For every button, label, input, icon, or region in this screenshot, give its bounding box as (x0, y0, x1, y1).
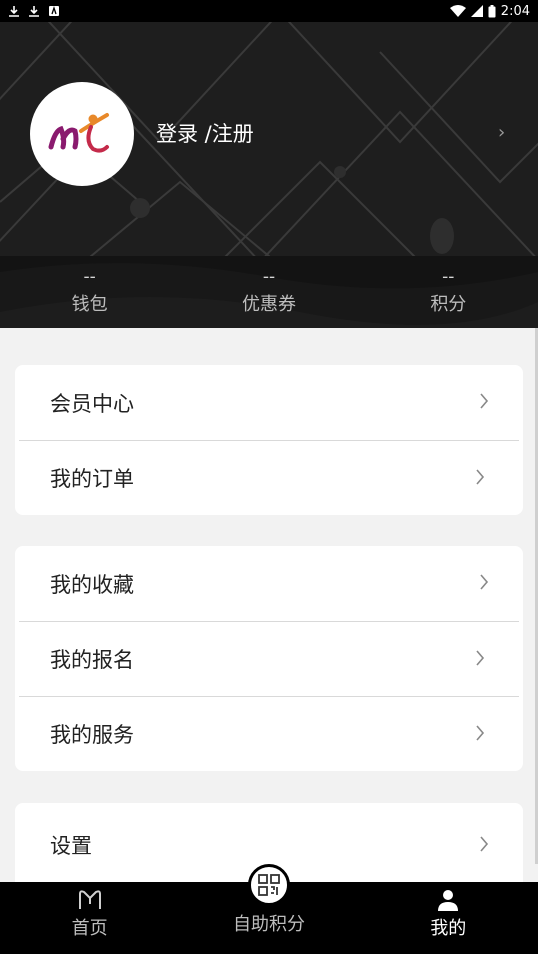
qr-scan-button[interactable] (248, 864, 290, 906)
menu-item-label: 会员中心 (50, 391, 134, 416)
stat-wallet[interactable]: -- 钱包 (0, 258, 179, 328)
tab-label: 首页 (71, 918, 108, 939)
chevron-right-icon (476, 725, 485, 741)
qr-code-icon (258, 874, 280, 896)
tab-label: 自助积分 (232, 914, 305, 935)
menu-item-registrations[interactable]: 我的报名 (19, 621, 519, 696)
menu-item-my-orders[interactable]: 我的订单 (19, 440, 519, 515)
brand-logo (48, 113, 109, 153)
menu-item-label: 我的收藏 (50, 572, 134, 597)
stat-label: 积分 (430, 294, 467, 315)
chevron-right-icon (476, 650, 485, 666)
status-bar: 2:04 (0, 0, 538, 22)
app-notification-icon (49, 5, 59, 16)
menu-item-services[interactable]: 我的服务 (19, 696, 519, 771)
login-register-link[interactable]: 登录 /注册 (156, 118, 254, 148)
stat-points[interactable]: -- 积分 (359, 258, 538, 328)
stat-value: -- (83, 267, 96, 287)
status-time: 2:04 (500, 3, 530, 19)
menu-item-label: 设置 (50, 834, 92, 858)
stat-value: -- (442, 267, 455, 287)
chevron-right-icon (480, 574, 489, 590)
menu-item-label: 我的订单 (50, 467, 134, 491)
menu-card-member: 会员中心 我的订单 (15, 365, 523, 515)
account-stats: -- 钱包 -- 优惠券 -- 积分 (0, 258, 538, 328)
battery-icon (488, 4, 496, 17)
download-icon (9, 6, 19, 17)
chevron-right-icon (480, 393, 489, 409)
tab-home[interactable]: 首页 (0, 882, 179, 954)
avatar[interactable] (30, 82, 134, 186)
wifi-icon (449, 5, 466, 17)
menu-item-label: 我的服务 (50, 723, 134, 747)
chevron-right-icon (476, 469, 485, 485)
menu-item-member-center[interactable]: 会员中心 (15, 365, 523, 440)
tab-mine[interactable]: 我的 (359, 882, 538, 954)
user-icon (438, 890, 459, 911)
stat-value: -- (262, 267, 276, 287)
stat-label: 钱包 (71, 294, 108, 315)
signal-icon (470, 5, 483, 17)
download-icon (29, 6, 39, 17)
stat-coupons[interactable]: -- 优惠券 (179, 258, 358, 328)
menu-item-favorites[interactable]: 我的收藏 (15, 546, 523, 621)
stat-label: 优惠券 (241, 294, 296, 315)
home-logo-icon (78, 890, 101, 909)
menu-card-activity: 我的收藏 我的报名 我的服务 (15, 546, 523, 771)
profile-header: 登录 /注册 › -- 钱包 -- 优惠券 -- 积分 (0, 22, 538, 328)
tab-label: 我的 (430, 918, 467, 939)
chevron-right-icon[interactable]: › (498, 122, 505, 143)
menu-item-label: 我的报名 (50, 648, 134, 672)
chevron-right-icon (480, 836, 489, 852)
